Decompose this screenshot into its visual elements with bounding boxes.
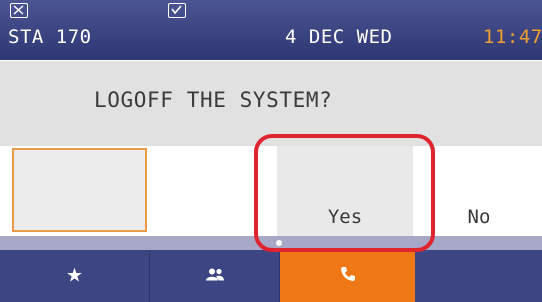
date-label: 4 DEC WED — [285, 26, 393, 48]
page-indicator — [0, 236, 542, 250]
station-label: STA 170 — [8, 26, 92, 48]
star-icon: ★ — [65, 264, 84, 287]
dialog-prompt-area: LOGOFF THE SYSTEM? — [0, 60, 542, 146]
tab-favorites[interactable]: ★ — [0, 250, 150, 302]
contacts-icon — [204, 267, 226, 286]
tab-empty[interactable] — [415, 250, 542, 302]
status-bar: STA 170 4 DEC WED 11:47 — [0, 0, 542, 60]
phone-icon — [340, 266, 356, 286]
voicemail-icon — [168, 3, 186, 18]
no-button[interactable]: No — [416, 146, 542, 236]
tab-call[interactable] — [280, 250, 415, 302]
dialog-prompt: LOGOFF THE SYSTEM? — [94, 88, 333, 112]
yes-button-label: Yes — [327, 206, 363, 228]
tab-bar: ★ — [0, 250, 542, 302]
page-indicator-dot — [276, 240, 282, 246]
missed-call-icon — [10, 3, 28, 18]
no-button-label: No — [467, 206, 491, 228]
softkey-empty-focused[interactable] — [12, 148, 147, 232]
yes-button[interactable]: Yes — [277, 146, 413, 236]
tab-contacts[interactable] — [150, 250, 280, 302]
phone-screen: STA 170 4 DEC WED 11:47 LOGOFF THE SYSTE… — [0, 0, 542, 302]
softkey-row: Yes No — [0, 146, 542, 236]
time-label: 11:47 — [483, 26, 542, 48]
